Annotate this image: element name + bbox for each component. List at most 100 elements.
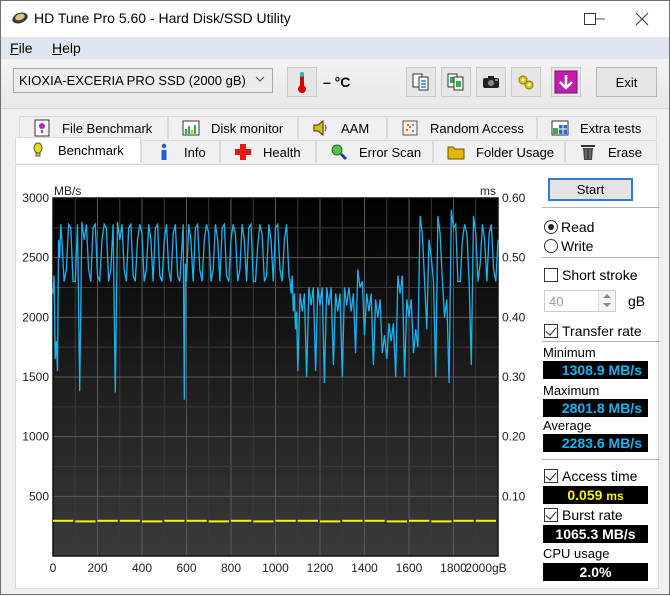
menu-help[interactable]: Help — [52, 40, 81, 56]
hdtune-logo-icon — [12, 12, 28, 24]
y-tick-label: 2000 — [22, 310, 49, 324]
tab-aam[interactable]: AAM — [298, 116, 387, 139]
write-radio[interactable]: Write — [544, 238, 593, 254]
y2-tick-label: 0.50 — [502, 251, 526, 265]
access-time-checkbox[interactable]: Access time — [544, 468, 637, 484]
tab-info[interactable]: Info — [141, 140, 220, 163]
x-tick-label: 0 — [50, 561, 57, 575]
access-time-point — [231, 519, 252, 522]
tab-extra-tests-label: Extra tests — [580, 120, 642, 136]
copy-text-icon — [412, 73, 429, 91]
tab-folder-usage-label: Folder Usage — [476, 144, 555, 160]
transfer-rate-chart: 500100015002000250030000.100.200.300.400… — [22, 184, 526, 575]
access-time-point — [142, 520, 163, 523]
spinner-arrows[interactable] — [598, 291, 615, 311]
cpu-usage-label: CPU usage — [543, 546, 610, 561]
write-radio-label: Write — [561, 238, 594, 254]
magnifier-icon — [329, 143, 349, 161]
tab-benchmark-label: Benchmark — [58, 143, 124, 158]
tab-extra-tests[interactable]: Extra tests — [537, 116, 657, 139]
start-button[interactable]: Start — [548, 178, 633, 201]
x-tick-label: 1400 — [351, 561, 378, 575]
access-time-point — [475, 519, 496, 522]
read-radio-indicator — [544, 220, 558, 234]
tab-benchmark[interactable]: Benchmark — [15, 137, 141, 163]
benchmark-panel: 500 1000 1500 2000 2500 3000 0.10 0.20 0.30 0.40 0… — [15, 164, 660, 589]
exit-button[interactable]: Exit — [596, 67, 657, 97]
access-time-point — [275, 519, 296, 522]
access-time-point — [75, 520, 96, 523]
x-tick-label: 1600 — [396, 561, 423, 575]
y-axis-label: MB/s — [54, 184, 81, 198]
save-button[interactable] — [551, 67, 581, 97]
access-time-value: 0.059 ms — [543, 486, 648, 504]
tab-error-scan-label: Error Scan — [359, 144, 422, 160]
info-icon — [154, 143, 174, 161]
x-tick-label: 600 — [176, 561, 196, 575]
menu-bar: File Help — [1, 37, 669, 59]
copy-screenshot-button[interactable] — [441, 67, 471, 97]
access-time-point — [253, 520, 274, 523]
x-tick-label: 2000gB — [465, 561, 506, 575]
transfer-rate-checkbox[interactable]: Transfer rate — [544, 323, 642, 339]
access-time-point — [53, 519, 74, 522]
temperature-value: – °C — [323, 74, 351, 90]
short-stroke-unit: gB — [628, 293, 646, 309]
tab-file-benchmark[interactable]: File Benchmark — [19, 116, 168, 139]
minimum-value: 1308.9 MB/s — [543, 361, 648, 379]
read-radio[interactable]: Read — [544, 219, 594, 235]
camera-icon — [483, 76, 499, 88]
folder-icon — [446, 143, 466, 161]
thermometer-icon — [298, 72, 306, 93]
tab-random-access-label: Random Access — [430, 120, 524, 136]
x-tick-label: 200 — [87, 561, 107, 575]
access-time-number: 0.059 — [567, 487, 603, 503]
close-icon — [635, 12, 649, 26]
maximize-button-area[interactable] — [567, 1, 613, 37]
separator — [542, 257, 660, 258]
access-time-point — [409, 519, 430, 522]
tab-folder-usage[interactable]: Folder Usage — [433, 140, 565, 163]
drive-select[interactable]: KIOXIA-EXCERIA PRO SSD (2000 gB) — [13, 68, 273, 93]
tab-erase[interactable]: Erase — [565, 140, 657, 163]
menu-file[interactable]: File — [10, 40, 33, 56]
x-tick-label: 400 — [132, 561, 152, 575]
temperature-button[interactable] — [287, 67, 317, 97]
spin-up-icon[interactable] — [603, 294, 611, 298]
tab-error-scan[interactable]: Error Scan — [316, 140, 433, 163]
tab-file-benchmark-label: File Benchmark — [62, 120, 153, 136]
access-time-point — [186, 519, 207, 522]
window-title: HD Tune Pro 5.60 - Hard Disk/SSD Utility — [34, 10, 291, 26]
short-stroke-label: Short stroke — [562, 267, 638, 283]
access-time-box — [544, 469, 558, 483]
y2-tick-label: 0.20 — [502, 430, 526, 444]
access-time-label: Access time — [562, 468, 638, 484]
maximum-value: 2801.8 MB/s — [543, 399, 648, 417]
copy-text-button[interactable] — [406, 67, 436, 97]
screenshot-button[interactable] — [476, 67, 506, 97]
burst-rate-checkbox[interactable]: Burst rate — [544, 507, 623, 523]
spin-down-icon[interactable] — [603, 303, 611, 307]
menu-help-label: elp — [62, 40, 81, 56]
y2-tick-label: 0.40 — [502, 310, 526, 324]
tab-health[interactable]: Health — [220, 140, 316, 163]
menu-file-accel: F — [10, 40, 19, 56]
tab-disk-monitor[interactable]: Disk monitor — [168, 116, 298, 139]
tab-control: File Benchmark Disk monitor AAM Random A… — [1, 109, 669, 596]
x-tick-label: 800 — [221, 561, 241, 575]
burst-rate-box — [544, 508, 558, 522]
transfer-rate-label: Transfer rate — [562, 323, 642, 339]
health-cross-icon — [233, 143, 253, 161]
tab-random-access[interactable]: Random Access — [387, 116, 537, 139]
close-button[interactable] — [619, 1, 665, 37]
title-bar: HD Tune Pro 5.60 - Hard Disk/SSD Utility — [1, 1, 669, 37]
access-time-unit: ms — [606, 489, 624, 503]
short-stroke-checkbox[interactable]: Short stroke — [544, 267, 637, 283]
y-tick-label: 1000 — [22, 430, 49, 444]
download-arrow-icon — [554, 70, 578, 94]
options-button[interactable] — [511, 67, 541, 97]
y2-tick-label: 0.60 — [502, 191, 526, 205]
burst-rate-label: Burst rate — [562, 507, 623, 523]
maximum-label: Maximum — [543, 383, 600, 398]
short-stroke-spinner[interactable]: 40 — [544, 290, 616, 312]
